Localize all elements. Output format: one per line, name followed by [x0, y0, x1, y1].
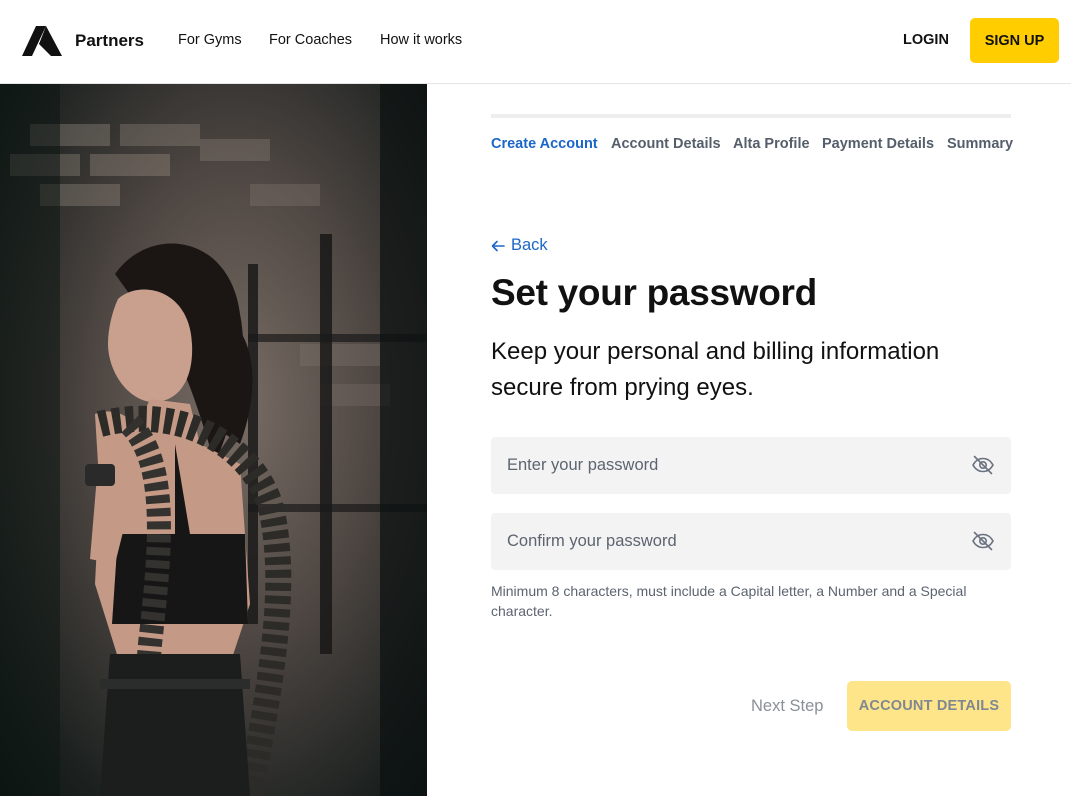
login-link[interactable]: LOGIN — [903, 32, 949, 48]
password-input[interactable] — [491, 437, 1011, 494]
confirm-password-field — [491, 513, 1011, 570]
step-payment-details[interactable]: Payment Details — [822, 136, 934, 152]
eye-off-icon[interactable] — [971, 453, 995, 477]
account-details-button[interactable]: ACCOUNT DETAILS — [847, 681, 1011, 731]
step-alta-profile[interactable]: Alta Profile — [733, 136, 810, 152]
signup-button[interactable]: SIGN UP — [970, 18, 1059, 63]
password-requirements-hint: Minimum 8 characters, must include a Cap… — [491, 583, 967, 619]
page-title: Set your password — [491, 272, 817, 313]
eye-off-icon[interactable] — [971, 529, 995, 553]
nav-how-it-works[interactable]: How it works — [380, 32, 462, 48]
step-summary[interactable]: Summary — [947, 136, 1013, 152]
back-link[interactable]: Back — [491, 236, 548, 255]
nav-for-coaches[interactable]: For Coaches — [269, 32, 352, 48]
password-field — [491, 437, 1011, 494]
alta-logo-icon[interactable] — [22, 26, 62, 56]
step-create-account[interactable]: Create Account — [491, 136, 598, 152]
athlete-illustration — [0, 84, 427, 796]
step-account-details[interactable]: Account Details — [611, 136, 721, 152]
hero-photo — [0, 84, 427, 796]
arrow-left-icon — [491, 240, 505, 251]
page-subtitle: Keep your personal and billing informati… — [491, 338, 940, 401]
back-label: Back — [511, 236, 548, 254]
brand-name[interactable]: Partners — [75, 31, 144, 51]
next-step-label: Next Step — [751, 697, 824, 715]
confirm-password-input[interactable] — [491, 513, 1011, 570]
top-nav-bar: Partners For Gyms For Coaches How it wor… — [0, 0, 1071, 84]
progress-bar — [491, 114, 1011, 118]
nav-for-gyms[interactable]: For Gyms — [178, 32, 242, 48]
